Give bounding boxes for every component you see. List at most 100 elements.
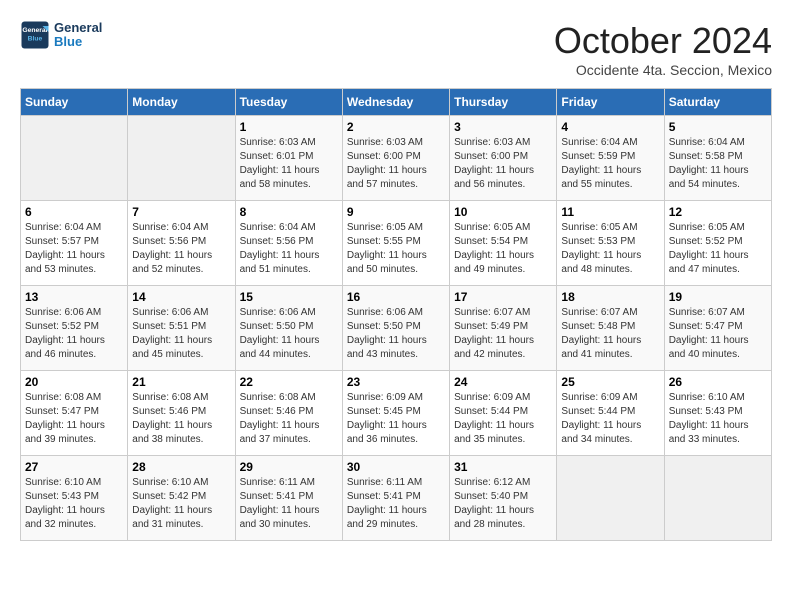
day-number: 24 [454, 375, 552, 389]
calendar-cell: 20 Sunrise: 6:08 AM Sunset: 5:47 PM Dayli… [21, 371, 128, 456]
day-info: Sunrise: 6:03 AM Sunset: 6:00 PM Dayligh… [454, 136, 552, 192]
calendar-cell: 12Sunrise: 6:05 AM Sunset: 5:52 PM Dayli… [664, 201, 771, 286]
day-number: 28 [132, 460, 230, 474]
calendar-cell: 29Sunrise: 6:11 AM Sunset: 5:41 PM Dayli… [235, 456, 342, 541]
calendar-table: Sunday Monday Tuesday Wednesday Thursday… [20, 88, 772, 541]
calendar-cell: 25 Sunrise: 6:09 AM Sunset: 5:44 PM Dayli… [557, 371, 664, 456]
day-info: Sunrise: 6:09 AM Sunset: 5:44 PM Dayligh… [454, 391, 552, 447]
day-info: Sunrise: 6:10 AM Sunset: 5:42 PM Dayligh… [132, 476, 230, 532]
day-number: 27 [25, 460, 123, 474]
calendar-cell: 11 Sunrise: 6:05 AM Sunset: 5:53 PM Dayli… [557, 201, 664, 286]
calendar-week-row: 20 Sunrise: 6:08 AM Sunset: 5:47 PM Dayli… [21, 371, 772, 456]
day-info: Sunrise: 6:03 AM Sunset: 6:01 PM Dayligh… [240, 136, 338, 192]
day-number: 12 [669, 205, 767, 219]
calendar-cell: 26 Sunrise: 6:10 AM Sunset: 5:43 PM Dayli… [664, 371, 771, 456]
day-number: 31 [454, 460, 552, 474]
calendar-cell: 1 Sunrise: 6:03 AM Sunset: 6:01 PM Daylig… [235, 116, 342, 201]
calendar-cell [21, 116, 128, 201]
day-number: 20 [25, 375, 123, 389]
day-number: 2 [347, 120, 445, 134]
day-info: Sunrise: 6:05 AM Sunset: 5:55 PM Dayligh… [347, 221, 445, 277]
header-monday: Monday [128, 89, 235, 116]
day-number: 18 [561, 290, 659, 304]
day-number: 30 [347, 460, 445, 474]
day-number: 19 [669, 290, 767, 304]
header-wednesday: Wednesday [342, 89, 449, 116]
day-number: 21 [132, 375, 230, 389]
day-number: 5 [669, 120, 767, 134]
calendar-cell: 3Sunrise: 6:03 AM Sunset: 6:00 PM Daylig… [450, 116, 557, 201]
calendar-cell: 27 Sunrise: 6:10 AM Sunset: 5:43 PM Dayli… [21, 456, 128, 541]
calendar-cell: 2 Sunrise: 6:03 AM Sunset: 6:00 PM Daylig… [342, 116, 449, 201]
calendar-week-row: 27 Sunrise: 6:10 AM Sunset: 5:43 PM Dayli… [21, 456, 772, 541]
header-saturday: Saturday [664, 89, 771, 116]
calendar-cell [664, 456, 771, 541]
calendar-cell: 19 Sunrise: 6:07 AM Sunset: 5:47 PM Dayli… [664, 286, 771, 371]
calendar-cell: 14 Sunrise: 6:06 AM Sunset: 5:51 PM Dayli… [128, 286, 235, 371]
calendar-cell: 28 Sunrise: 6:10 AM Sunset: 5:42 PM Dayli… [128, 456, 235, 541]
day-number: 11 [561, 205, 659, 219]
svg-text:General: General [22, 27, 47, 34]
header-tuesday: Tuesday [235, 89, 342, 116]
page-header: General Blue General Blue October 2024 O… [20, 20, 772, 78]
location-subtitle: Occidente 4ta. Seccion, Mexico [554, 62, 772, 78]
calendar-cell: 16Sunrise: 6:06 AM Sunset: 5:50 PM Dayli… [342, 286, 449, 371]
day-info: Sunrise: 6:04 AM Sunset: 5:56 PM Dayligh… [132, 221, 230, 277]
day-info: Sunrise: 6:08 AM Sunset: 5:46 PM Dayligh… [240, 391, 338, 447]
calendar-cell: 17Sunrise: 6:07 AM Sunset: 5:49 PM Dayli… [450, 286, 557, 371]
day-info: Sunrise: 6:05 AM Sunset: 5:54 PM Dayligh… [454, 221, 552, 277]
day-number: 25 [561, 375, 659, 389]
calendar-cell: 6 Sunrise: 6:04 AM Sunset: 5:57 PM Daylig… [21, 201, 128, 286]
day-info: Sunrise: 6:04 AM Sunset: 5:58 PM Dayligh… [669, 136, 767, 192]
calendar-week-row: 1 Sunrise: 6:03 AM Sunset: 6:01 PM Daylig… [21, 116, 772, 201]
calendar-week-row: 13Sunrise: 6:06 AM Sunset: 5:52 PM Dayli… [21, 286, 772, 371]
day-number: 14 [132, 290, 230, 304]
calendar-cell: 13Sunrise: 6:06 AM Sunset: 5:52 PM Dayli… [21, 286, 128, 371]
calendar-cell: 15Sunrise: 6:06 AM Sunset: 5:50 PM Dayli… [235, 286, 342, 371]
day-info: Sunrise: 6:06 AM Sunset: 5:51 PM Dayligh… [132, 306, 230, 362]
day-info: Sunrise: 6:09 AM Sunset: 5:44 PM Dayligh… [561, 391, 659, 447]
calendar-cell: 18 Sunrise: 6:07 AM Sunset: 5:48 PM Dayli… [557, 286, 664, 371]
day-info: Sunrise: 6:12 AM Sunset: 5:40 PM Dayligh… [454, 476, 552, 532]
day-info: Sunrise: 6:04 AM Sunset: 5:57 PM Dayligh… [25, 221, 123, 277]
calendar-header-row: Sunday Monday Tuesday Wednesday Thursday… [21, 89, 772, 116]
day-number: 8 [240, 205, 338, 219]
day-number: 26 [669, 375, 767, 389]
calendar-cell: 21 Sunrise: 6:08 AM Sunset: 5:46 PM Dayli… [128, 371, 235, 456]
day-number: 9 [347, 205, 445, 219]
day-info: Sunrise: 6:08 AM Sunset: 5:46 PM Dayligh… [132, 391, 230, 447]
day-info: Sunrise: 6:10 AM Sunset: 5:43 PM Dayligh… [25, 476, 123, 532]
logo-general: General [54, 20, 102, 35]
header-friday: Friday [557, 89, 664, 116]
day-number: 29 [240, 460, 338, 474]
day-info: Sunrise: 6:10 AM Sunset: 5:43 PM Dayligh… [669, 391, 767, 447]
calendar-cell: 22Sunrise: 6:08 AM Sunset: 5:46 PM Dayli… [235, 371, 342, 456]
day-info: Sunrise: 6:05 AM Sunset: 5:53 PM Dayligh… [561, 221, 659, 277]
day-info: Sunrise: 6:07 AM Sunset: 5:48 PM Dayligh… [561, 306, 659, 362]
calendar-cell: 4Sunrise: 6:04 AM Sunset: 5:59 PM Daylig… [557, 116, 664, 201]
header-sunday: Sunday [21, 89, 128, 116]
calendar-cell: 24 Sunrise: 6:09 AM Sunset: 5:44 PM Dayli… [450, 371, 557, 456]
calendar-cell [557, 456, 664, 541]
month-title: October 2024 [554, 20, 772, 62]
day-info: Sunrise: 6:03 AM Sunset: 6:00 PM Dayligh… [347, 136, 445, 192]
day-number: 7 [132, 205, 230, 219]
day-number: 4 [561, 120, 659, 134]
day-number: 6 [25, 205, 123, 219]
day-number: 10 [454, 205, 552, 219]
day-number: 1 [240, 120, 338, 134]
day-number: 23 [347, 375, 445, 389]
day-info: Sunrise: 6:07 AM Sunset: 5:49 PM Dayligh… [454, 306, 552, 362]
logo-icon: General Blue [20, 20, 50, 50]
calendar-cell: 30 Sunrise: 6:11 AM Sunset: 5:41 PM Dayli… [342, 456, 449, 541]
calendar-cell: 23 Sunrise: 6:09 AM Sunset: 5:45 PM Dayli… [342, 371, 449, 456]
day-number: 16 [347, 290, 445, 304]
day-info: Sunrise: 6:07 AM Sunset: 5:47 PM Dayligh… [669, 306, 767, 362]
day-info: Sunrise: 6:11 AM Sunset: 5:41 PM Dayligh… [347, 476, 445, 532]
day-info: Sunrise: 6:04 AM Sunset: 5:56 PM Dayligh… [240, 221, 338, 277]
calendar-week-row: 6 Sunrise: 6:04 AM Sunset: 5:57 PM Daylig… [21, 201, 772, 286]
calendar-cell [128, 116, 235, 201]
day-info: Sunrise: 6:09 AM Sunset: 5:45 PM Dayligh… [347, 391, 445, 447]
day-number: 15 [240, 290, 338, 304]
day-info: Sunrise: 6:08 AM Sunset: 5:47 PM Dayligh… [25, 391, 123, 447]
